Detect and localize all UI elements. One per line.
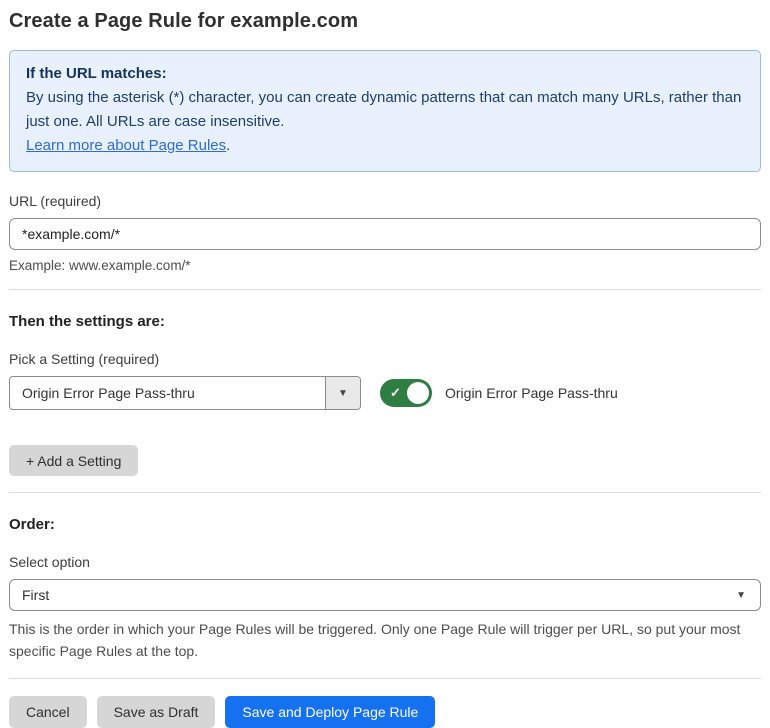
order-select-label: Select option [9,554,90,570]
info-box-link-line: Learn more about Page Rules. [26,134,744,158]
order-section-heading: Order: [9,516,55,533]
save-draft-button[interactable]: Save as Draft [96,696,216,728]
setting-select-value: Origin Error Page Pass-thru [22,385,195,401]
pick-setting-label: Pick a Setting (required) [9,351,160,367]
setting-toggle-label: Origin Error Page Pass-thru [445,385,618,401]
chevron-down-icon: ▼ [736,589,746,601]
link-suffix: . [226,137,231,154]
setting-select-caret-button[interactable]: ▼ [325,377,360,409]
settings-section-heading: Then the settings are: [9,313,165,330]
setting-toggle[interactable]: ✓ [380,379,432,407]
divider [9,289,761,290]
setting-row: Origin Error Page Pass-thru ▼ ✓ Origin E… [9,376,761,410]
cancel-button[interactable]: Cancel [9,696,87,728]
url-match-info-box: If the URL matches: By using the asteris… [9,50,761,172]
order-select[interactable]: First ▼ [9,579,761,611]
url-input[interactable] [9,218,761,250]
url-label: URL (required) [9,193,102,209]
order-help-text: This is the order in which your Page Rul… [9,621,741,659]
toggle-knob [407,382,429,404]
actions-row: Cancel Save as Draft Save and Deploy Pag… [9,696,761,728]
divider [9,678,761,679]
page-title: Create a Page Rule for example.com [9,10,359,32]
add-setting-button[interactable]: + Add a Setting [9,445,139,476]
url-example-hint: Example: www.example.com/* [9,258,191,273]
check-icon: ✓ [390,385,401,400]
setting-select[interactable]: Origin Error Page Pass-thru ▼ [9,376,361,410]
page-rule-form: Create a Page Rule for example.com If th… [0,0,770,728]
chevron-down-icon: ▼ [338,387,348,399]
info-box-heading: If the URL matches: [26,65,167,82]
divider [9,492,761,493]
order-select-value: First [22,587,50,603]
learn-more-link[interactable]: Learn more about Page Rules [26,137,226,154]
save-deploy-button[interactable]: Save and Deploy Page Rule [225,696,436,728]
info-box-body: By using the asterisk (*) character, you… [26,89,742,130]
